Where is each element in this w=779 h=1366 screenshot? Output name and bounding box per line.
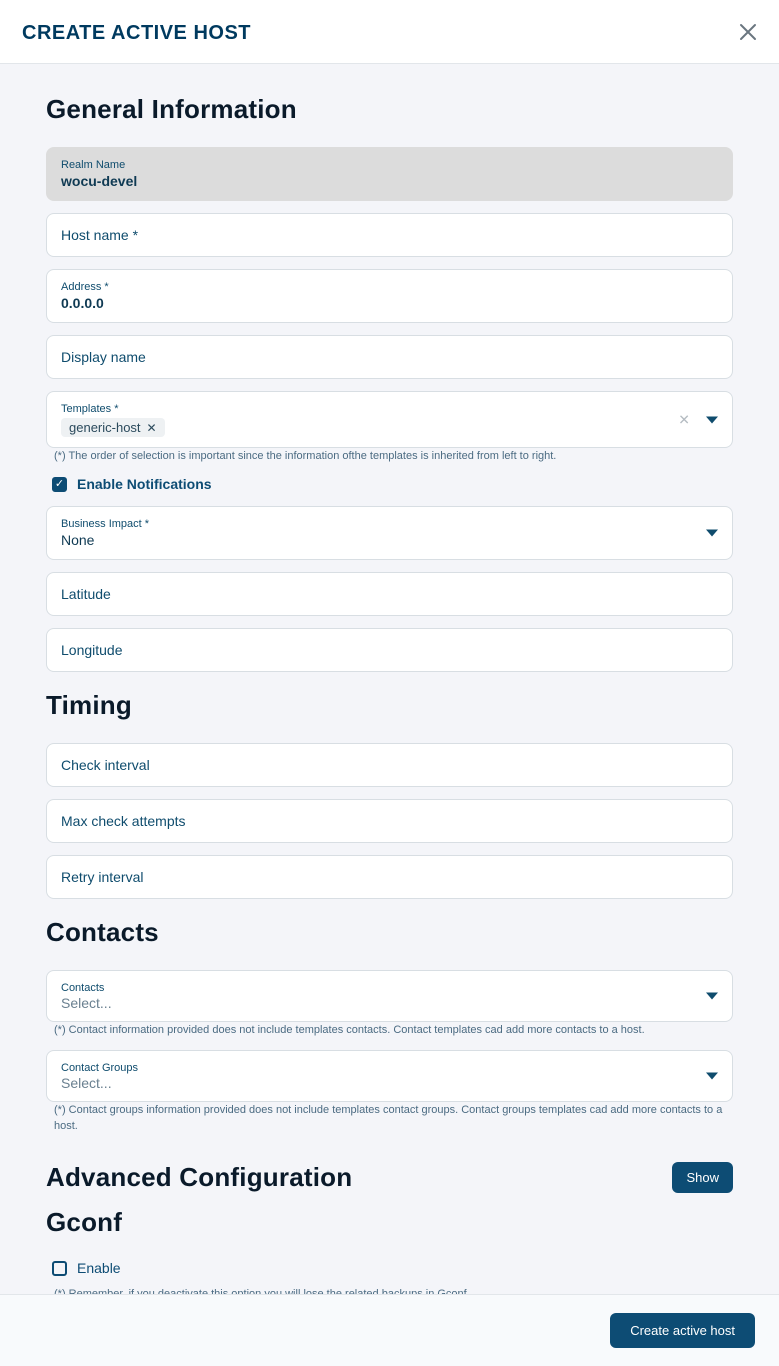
template-chip[interactable]: generic-host ✕ [61,418,165,437]
contact-groups-label: Contact Groups [61,1061,718,1075]
modal-body: General Information Realm Name wocu-deve… [0,64,779,1294]
business-impact-label: Business Impact * [61,517,718,531]
template-chip-label: generic-host [69,420,141,435]
section-general: General Information [46,94,733,125]
show-button[interactable]: Show [672,1162,733,1193]
chevron-down-icon[interactable] [706,530,718,537]
section-timing: Timing [46,690,733,721]
host-name-label: Host name * [61,226,718,244]
business-impact-value: None [61,531,718,549]
templates-help: (*) The order of selection is important … [54,448,733,464]
gconf-enable-checkbox[interactable]: ✓ [52,1261,67,1276]
address-value: 0.0.0.0 [61,294,718,312]
business-impact-field[interactable]: Business Impact * None [46,506,733,560]
create-active-host-button[interactable]: Create active host [610,1313,755,1348]
modal-title: CREATE ACTIVE HOST [22,22,251,45]
gconf-help: (*) Remember, if you deactivate this opt… [54,1286,733,1294]
retry-interval-label: Retry interval [61,868,718,886]
contacts-help: (*) Contact information provided does no… [54,1022,733,1038]
section-contacts: Contacts [46,917,733,948]
modal-footer: Create active host [0,1294,779,1366]
template-chip-remove-icon[interactable]: ✕ [147,421,157,435]
max-check-attempts-label: Max check attempts [61,812,718,830]
latitude-field[interactable]: Latitude [46,572,733,616]
gconf-enable-label: Enable [77,1260,121,1276]
realm-name-field: Realm Name wocu-devel [46,147,733,201]
check-interval-field[interactable]: Check interval [46,743,733,787]
latitude-label: Latitude [61,585,718,603]
templates-clear-icon[interactable]: ✕ [678,411,690,428]
enable-notifications-checkbox[interactable]: ✓ [52,477,67,492]
longitude-field[interactable]: Longitude [46,628,733,672]
section-gconf: Gconf [46,1207,733,1238]
check-interval-label: Check interval [61,756,718,774]
gconf-enable-row[interactable]: ✓ Enable [52,1260,733,1276]
create-active-host-modal: CREATE ACTIVE HOST General Information R… [0,0,779,1366]
contacts-label: Contacts [61,981,718,995]
max-check-attempts-field[interactable]: Max check attempts [46,799,733,843]
chevron-down-icon[interactable] [706,1073,718,1080]
contact-groups-help: (*) Contact groups information provided … [54,1102,733,1134]
address-field[interactable]: Address * 0.0.0.0 [46,269,733,323]
host-name-field[interactable]: Host name * [46,213,733,257]
display-name-field[interactable]: Display name [46,335,733,379]
realm-value: wocu-devel [61,172,718,190]
contacts-placeholder: Select... [61,995,718,1011]
close-icon[interactable] [739,23,757,45]
address-label: Address * [61,280,718,294]
contacts-select[interactable]: Contacts Select... [46,970,733,1022]
contact-groups-placeholder: Select... [61,1075,718,1091]
enable-notifications-label: Enable Notifications [77,476,212,492]
contact-groups-select[interactable]: Contact Groups Select... [46,1050,733,1102]
realm-label: Realm Name [61,158,718,172]
longitude-label: Longitude [61,641,718,659]
templates-label: Templates * [61,402,718,416]
modal-header: CREATE ACTIVE HOST [0,0,779,64]
chevron-down-icon[interactable] [706,416,718,423]
display-name-label: Display name [61,348,718,366]
section-advanced: Advanced Configuration [46,1162,352,1193]
retry-interval-field[interactable]: Retry interval [46,855,733,899]
chevron-down-icon[interactable] [706,993,718,1000]
enable-notifications-row[interactable]: ✓ Enable Notifications [52,476,733,492]
templates-field[interactable]: Templates * generic-host ✕ ✕ [46,391,733,448]
